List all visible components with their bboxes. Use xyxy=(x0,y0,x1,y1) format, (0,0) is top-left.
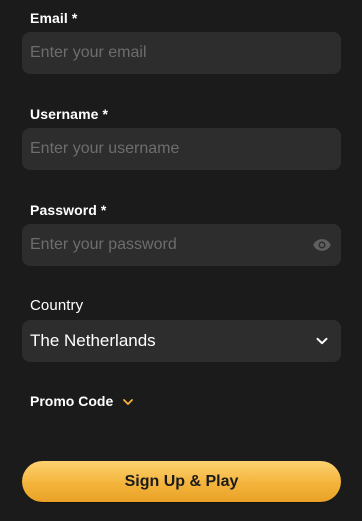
chevron-down-icon xyxy=(316,337,328,345)
country-select-value: The Netherlands xyxy=(30,331,156,350)
username-label: Username * xyxy=(30,106,109,122)
promo-code-label: Promo Code xyxy=(30,393,114,409)
country-select[interactable]: The Netherlands xyxy=(22,320,341,362)
country-label: Country xyxy=(30,297,84,314)
password-field-container xyxy=(22,224,341,266)
chevron-down-icon xyxy=(123,399,134,405)
username-field[interactable] xyxy=(22,128,341,170)
signup-form: Email * Username * Password * Country Th… xyxy=(0,0,362,521)
eye-icon[interactable] xyxy=(312,235,332,255)
username-field-container xyxy=(22,128,341,170)
email-label: Email * xyxy=(30,10,78,26)
email-field[interactable] xyxy=(22,32,341,74)
promo-code-toggle[interactable]: Promo Code xyxy=(30,393,134,409)
password-label: Password * xyxy=(30,202,107,218)
password-field[interactable] xyxy=(22,224,341,266)
sign-up-button[interactable]: Sign Up & Play xyxy=(22,461,341,502)
email-field-container xyxy=(22,32,341,74)
